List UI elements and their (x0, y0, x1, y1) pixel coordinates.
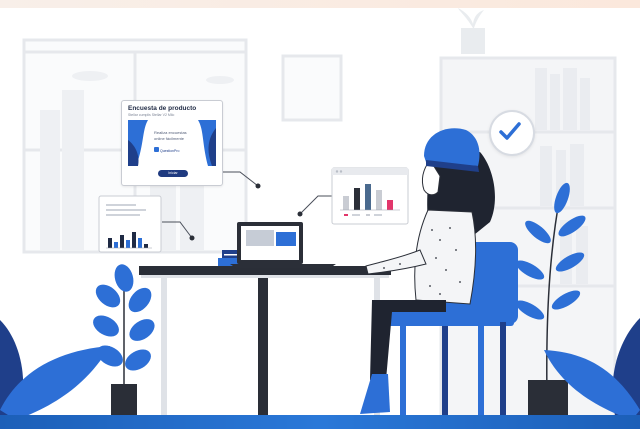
survey-text-line-2: online fácilmente (154, 136, 185, 141)
survey-subtitle: Stellar cumplis Stellar V2 Milo (128, 113, 175, 117)
check-bubble (489, 110, 535, 156)
shelf-plant (458, 8, 485, 54)
bar-chart-card-left (98, 195, 162, 253)
scene-art (0, 8, 640, 420)
picture-frame (281, 54, 343, 122)
desk (139, 266, 391, 420)
bar-chart-card-right (331, 167, 409, 225)
bottom-band (0, 415, 640, 429)
survey-banner-shapes (128, 120, 216, 166)
survey-brand: QuestionPro (160, 149, 180, 153)
survey-banner: Realiza encuestas online fácilmente Ques… (128, 120, 216, 166)
survey-start-button[interactable]: Iniciar (158, 170, 188, 177)
leaf-plant-icon-left (93, 264, 155, 420)
laptop-icon (230, 222, 336, 268)
survey-title: Encuesta de producto (128, 105, 197, 112)
illustration-scene: Encuesta de producto Stellar cumplis Ste… (0, 0, 640, 429)
survey-text-line-1: Realiza encuestas (154, 130, 187, 135)
foreground-leaves-left (0, 320, 110, 420)
check-icon (499, 122, 521, 140)
survey-card: Encuesta de producto Stellar cumplis Ste… (121, 100, 223, 186)
